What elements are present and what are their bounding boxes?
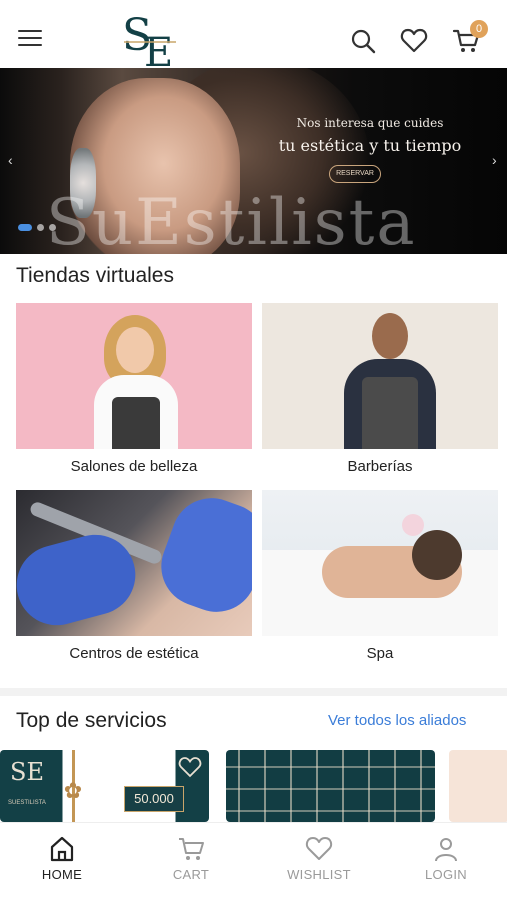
search-icon[interactable]	[349, 27, 377, 55]
store-card-label: Barberías	[347, 458, 413, 475]
carousel-dot-2[interactable]	[37, 224, 44, 231]
nav-home[interactable]: HOME	[22, 835, 102, 882]
stores-section-title: Tiendas virtuales	[16, 264, 174, 287]
brand-logo[interactable]: S E	[118, 6, 182, 70]
hero-carousel[interactable]: Nos interesa que cuides tu estética y tu…	[0, 68, 507, 254]
nav-login[interactable]: LOGIN	[406, 835, 486, 882]
heart-icon	[305, 837, 333, 860]
user-icon	[435, 838, 457, 862]
store-card-salones[interactable]: Salones de belleza	[16, 303, 252, 475]
reserve-button[interactable]: RESERVAR	[329, 165, 381, 183]
store-card-barberias[interactable]: Barberías	[262, 303, 498, 475]
barber-image	[262, 303, 498, 449]
store-card-estetica[interactable]: Centros de estética	[16, 490, 252, 662]
heart-icon[interactable]	[400, 27, 428, 55]
store-card-label: Spa	[366, 645, 394, 662]
service-brand-name: SUESTILISTA	[8, 800, 46, 806]
banner-headline: tu estética y tu tiempo	[278, 136, 462, 155]
service-card[interactable]: SE SUESTILISTA ✿ 50.000	[0, 750, 209, 822]
service-card[interactable]	[449, 750, 507, 822]
banner-tagline: Nos interesa que cuides	[296, 116, 444, 130]
nav-cart[interactable]: CART	[151, 835, 231, 882]
store-card-spa[interactable]: Spa	[262, 490, 498, 662]
carousel-dots	[18, 224, 56, 231]
bottom-navigation: HOME CART WISHLIST LOGIN	[0, 822, 507, 900]
heart-icon[interactable]	[178, 756, 202, 778]
service-price: 50.000	[124, 786, 184, 812]
top-header: S E 0	[0, 0, 507, 70]
cart-icon	[179, 838, 204, 860]
nav-label: HOME	[41, 867, 83, 882]
store-card-label: Centros de estética	[69, 645, 199, 662]
cart-count-badge: 0	[470, 20, 488, 38]
banner-watermark: SuEstilista	[46, 186, 417, 254]
carousel-prev-icon[interactable]: ‹	[8, 152, 13, 168]
services-section-title: Top de servicios	[16, 709, 167, 732]
home-icon	[50, 836, 74, 862]
see-all-link[interactable]: Ver todos los aliados	[328, 712, 466, 729]
service-card[interactable]	[226, 750, 435, 822]
section-divider	[0, 688, 507, 696]
nav-label: LOGIN	[425, 867, 467, 882]
spa-image	[262, 490, 498, 636]
salon-image	[16, 303, 252, 449]
carousel-next-icon[interactable]: ›	[492, 152, 497, 168]
brand-pattern	[226, 750, 435, 822]
app-screen: S E 0 Nos interesa que cuides tu estétic…	[0, 0, 507, 900]
estetica-image	[16, 490, 252, 636]
hamburger-menu-icon[interactable]	[18, 30, 42, 50]
carousel-dot-3[interactable]	[49, 224, 56, 231]
store-card-label: Salones de belleza	[70, 458, 198, 475]
gift-bow-icon: ✿	[63, 778, 83, 803]
carousel-dot-1[interactable]	[18, 224, 32, 231]
nav-label: WISHLIST	[287, 867, 351, 882]
nav-label: CART	[172, 867, 210, 882]
svg-text:E: E	[144, 30, 173, 70]
nav-wishlist[interactable]: WISHLIST	[279, 835, 359, 882]
